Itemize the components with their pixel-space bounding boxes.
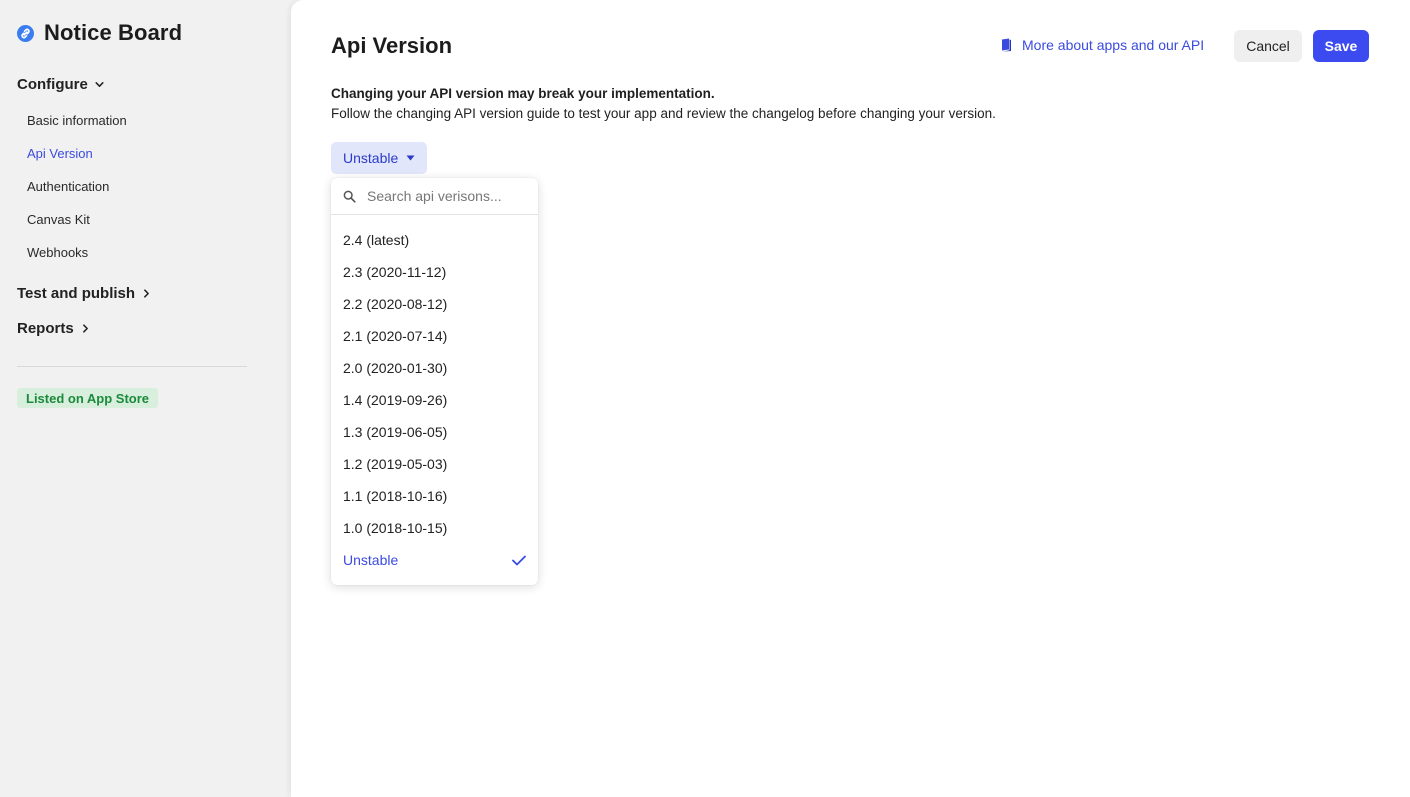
version-option[interactable]: Unstable: [331, 544, 538, 576]
status-badge: Listed on App Store: [17, 388, 159, 408]
version-option-label: 1.0 (2018-10-15): [343, 520, 448, 536]
api-version-select[interactable]: Unstable: [331, 142, 428, 174]
version-option[interactable]: 1.4 (2019-09-26): [331, 384, 538, 416]
sidebar-item-api-version[interactable]: Api Version: [27, 146, 93, 161]
version-option-label: 2.2 (2020-08-12): [343, 296, 448, 312]
link-icon: [17, 24, 34, 42]
section-label: Reports: [17, 320, 74, 337]
version-option[interactable]: 2.2 (2020-08-12): [331, 288, 538, 320]
version-option-label: 2.3 (2020-11-12): [343, 264, 447, 280]
version-search: [331, 178, 538, 215]
version-options: 2.4 (latest) 2.3 (2020-11-12) 2.2 (2020-08…: [331, 215, 538, 576]
version-option-label: 2.0 (2020-01-30): [343, 360, 448, 376]
version-option-label: 1.1 (2018-10-16): [343, 488, 448, 504]
sidebar-item-authentication[interactable]: Authentication: [27, 179, 109, 194]
cancel-button[interactable]: Cancel: [1234, 30, 1302, 62]
sidebar-divider: [17, 366, 247, 367]
version-option[interactable]: 1.1 (2018-10-16): [331, 480, 538, 512]
main-panel: Api Version More about apps and our API …: [291, 0, 1410, 797]
version-dropdown: 2.4 (latest) 2.3 (2020-11-12) 2.2 (2020-08…: [331, 178, 538, 585]
version-option[interactable]: 2.0 (2020-01-30): [331, 352, 538, 384]
version-search-input[interactable]: [367, 188, 527, 204]
chevron-right-icon: [144, 289, 149, 298]
description: Changing your API version may break your…: [331, 84, 996, 124]
sidebar-section-reports[interactable]: Reports: [17, 320, 91, 337]
selected-version: Unstable: [343, 150, 399, 166]
version-option-label: 2.4 (latest): [343, 232, 410, 248]
sidebar-section-test-and-publish[interactable]: Test and publish: [17, 285, 152, 302]
version-option-label: 1.3 (2019-06-05): [343, 424, 448, 440]
caret-down-icon: [406, 155, 415, 161]
page-title: Api Version: [331, 33, 453, 58]
save-button[interactable]: Save: [1313, 30, 1369, 62]
version-option[interactable]: 1.0 (2018-10-15): [331, 512, 538, 544]
section-label: Configure: [17, 76, 88, 93]
help-link-label: More about apps and our API: [1022, 37, 1205, 53]
section-label: Test and publish: [17, 285, 136, 302]
search-icon: [343, 190, 356, 203]
book-icon: [1002, 38, 1011, 52]
sidebar-item-basic-information[interactable]: Basic information: [27, 113, 127, 128]
version-option[interactable]: 1.3 (2019-06-05): [331, 416, 538, 448]
version-option[interactable]: 2.4 (latest): [331, 224, 538, 256]
version-option[interactable]: 2.3 (2020-11-12): [331, 256, 538, 288]
help-link[interactable]: More about apps and our API: [1001, 37, 1204, 53]
version-option-label: 1.4 (2019-09-26): [343, 392, 448, 408]
guide-text: Follow the changing API version guide to…: [331, 106, 996, 121]
checkmark-icon: [512, 555, 526, 565]
sidebar-item-webhooks[interactable]: Webhooks: [27, 245, 88, 260]
version-option[interactable]: 1.2 (2019-05-03): [331, 448, 538, 480]
app-brand: Notice Board: [17, 20, 182, 46]
sidebar: Notice Board Configure Basic information…: [0, 0, 291, 797]
sidebar-section-configure[interactable]: Configure: [17, 76, 105, 93]
chevron-right-icon: [82, 324, 88, 333]
version-option-label: Unstable: [343, 552, 399, 568]
warning-text: Changing your API version may break your…: [331, 86, 715, 101]
version-option-label: 1.2 (2019-05-03): [343, 456, 448, 472]
sidebar-item-canvas-kit[interactable]: Canvas Kit: [27, 212, 90, 227]
version-option-label: 2.1 (2020-07-14): [343, 328, 448, 344]
app-title: Notice Board: [44, 20, 183, 45]
chevron-down-icon: [95, 82, 104, 87]
version-option[interactable]: 2.1 (2020-07-14): [331, 320, 538, 352]
